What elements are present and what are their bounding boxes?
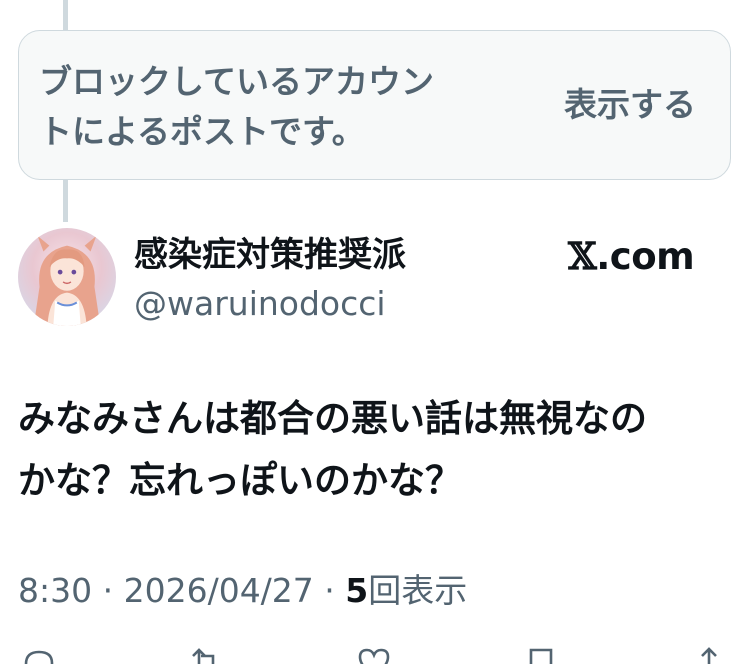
x-logo-icon: 𝕏 <box>568 234 597 278</box>
post-action-bar <box>0 646 750 664</box>
meta-separator: · <box>92 571 124 610</box>
bookmark-icon[interactable] <box>526 646 556 664</box>
blocked-post-notice: ブロックしているアカウン トによるポストです。 表示する <box>18 30 731 180</box>
post-text-line-1: みなみさんは都合の悪い話は無視なの <box>18 397 647 440</box>
brand-domain: .com <box>596 235 695 278</box>
avatar-illustration-icon <box>33 235 101 326</box>
post-metadata: 8:30 · 2026/04/27 · 5回表示 <box>18 567 467 615</box>
author-display-name[interactable]: 感染症対策推奨派 <box>134 233 406 277</box>
avatar[interactable] <box>18 228 116 326</box>
share-icon[interactable] <box>694 646 724 664</box>
views-count: 5 <box>345 571 369 610</box>
author-handle[interactable]: @waruinodocci <box>134 282 386 326</box>
blocked-message-line-2: トによるポストです。 <box>39 112 365 151</box>
x-com-watermark: 𝕏.com <box>568 234 695 279</box>
views-label: 回表示 <box>368 571 468 610</box>
show-post-button[interactable]: 表示する <box>564 81 696 129</box>
post-body: みなみさんは都合の悪い話は無視なの かな？忘れっぽいのかな？ <box>18 388 733 512</box>
post-time[interactable]: 8:30 <box>18 571 92 610</box>
repost-icon[interactable] <box>187 646 225 664</box>
like-icon[interactable] <box>356 646 392 664</box>
thread-connector-top <box>63 0 68 30</box>
blocked-message-line-1: ブロックしているアカウン <box>39 62 435 101</box>
thread-connector-mid <box>63 180 68 222</box>
reply-icon[interactable] <box>22 646 56 664</box>
post-date[interactable]: 2026/04/27 <box>124 571 314 610</box>
meta-separator: · <box>313 571 346 610</box>
blocked-post-message: ブロックしているアカウン トによるポストです。 <box>39 57 499 157</box>
post-text-line-2: かな？忘れっぽいのかな？ <box>18 459 462 502</box>
